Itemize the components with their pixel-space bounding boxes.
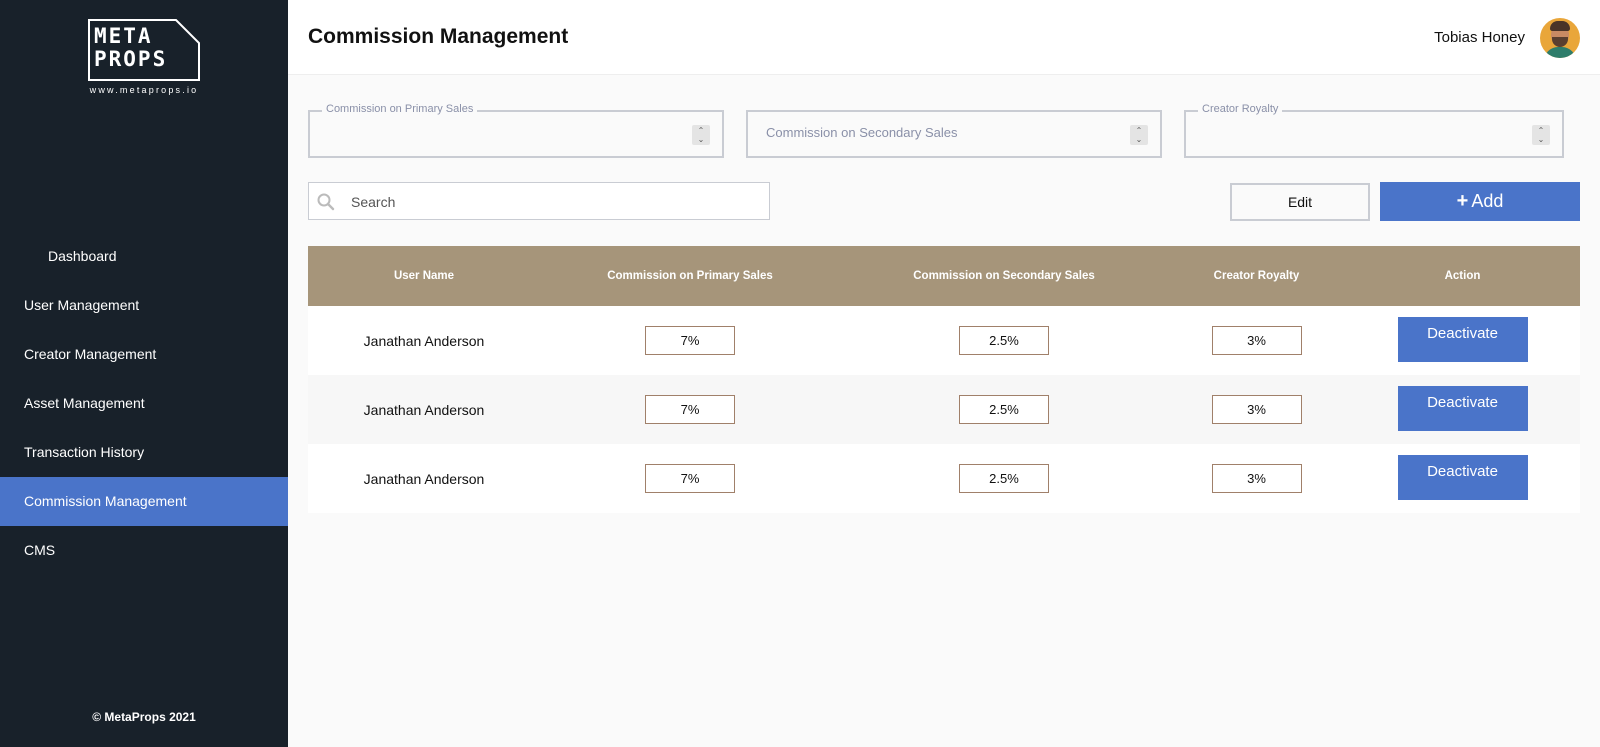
logo-line-1: META <box>94 24 153 48</box>
user-avatar-icon[interactable] <box>1540 18 1580 58</box>
sidebar-item-user-management[interactable]: User Management <box>0 281 288 330</box>
page-title: Commission Management <box>308 25 569 48</box>
edit-button[interactable]: Edit <box>1230 183 1370 221</box>
creator-royalty-value[interactable]: 3% <box>1211 326 1302 355</box>
add-button[interactable]: + Add <box>1380 182 1580 221</box>
deactivate-button[interactable]: Deactivate <box>1397 455 1528 500</box>
primary-sales-value[interactable]: 7% <box>645 395 735 424</box>
secondary-sales-value[interactable]: 2.5% <box>959 395 1049 424</box>
header: Commission Management Tobias Honey <box>288 0 1600 75</box>
creator-royalty-legend: Creator Royalty <box>1198 103 1283 115</box>
deactivate-button[interactable]: Deactivate <box>1397 317 1528 362</box>
secondary-sales-value[interactable]: 2.5% <box>959 464 1049 493</box>
sidebar: META PROPS www.metaprops.io Dashboard Us… <box>0 0 288 747</box>
secondary-sales-value[interactable]: 2.5% <box>959 326 1049 355</box>
logo-url: www.metaprops.io <box>89 85 199 95</box>
sidebar-item-dashboard[interactable]: Dashboard <box>0 232 288 281</box>
creator-royalty-input[interactable] <box>1198 122 1499 146</box>
table-header: User Name Commission on Primary Sales Co… <box>308 246 1580 306</box>
search-box[interactable] <box>308 182 770 220</box>
creator-royalty-field[interactable]: Creator Royalty ⌃ ⌄ <box>1184 103 1564 158</box>
number-spinner-icon[interactable]: ⌃ ⌄ <box>1532 125 1550 145</box>
logo: META PROPS www.metaprops.io <box>88 19 200 95</box>
search-input[interactable] <box>351 191 751 213</box>
copyright: © MetaProps 2021 <box>92 710 196 724</box>
primary-sales-value[interactable]: 7% <box>645 464 735 493</box>
user-name-cell: Janathan Anderson <box>363 401 485 418</box>
sidebar-item-transaction-history[interactable]: Transaction History <box>0 428 288 477</box>
sidebar-nav: Dashboard User Management Creator Manage… <box>0 232 288 575</box>
primary-sales-value[interactable]: 7% <box>645 326 735 355</box>
logo-mark: META PROPS <box>88 19 200 81</box>
user-name[interactable]: Tobias Honey <box>1434 29 1525 46</box>
secondary-sales-commission-placeholder: Commission on Secondary Sales <box>766 125 958 140</box>
add-button-label: Add <box>1471 191 1504 211</box>
column-header-creator-royalty: Creator Royalty <box>1213 270 1300 282</box>
plus-icon: + <box>1456 190 1469 212</box>
primary-sales-commission-input[interactable] <box>322 122 652 146</box>
number-spinner-icon[interactable]: ⌃ ⌄ <box>1130 125 1148 145</box>
table-row: Janathan Anderson 7% 2.5% 3% Deactivate <box>308 306 1580 375</box>
column-header-primary-sales: Commission on Primary Sales <box>607 270 773 282</box>
search-icon <box>317 193 335 211</box>
sidebar-item-commission-management[interactable]: Commission Management <box>0 477 288 526</box>
creator-royalty-value[interactable]: 3% <box>1211 395 1302 424</box>
column-header-action: Action <box>1444 270 1481 282</box>
primary-sales-commission-legend: Commission on Primary Sales <box>322 103 478 115</box>
column-header-user-name: User Name <box>393 270 455 282</box>
table-row: Janathan Anderson 7% 2.5% 3% Deactivate <box>308 375 1580 444</box>
deactivate-button[interactable]: Deactivate <box>1397 386 1528 431</box>
user-name-cell: Janathan Anderson <box>363 332 485 349</box>
sidebar-item-creator-management[interactable]: Creator Management <box>0 330 288 379</box>
creator-royalty-value[interactable]: 3% <box>1211 464 1302 493</box>
logo-line-2: PROPS <box>94 47 168 71</box>
commission-table: User Name Commission on Primary Sales Co… <box>308 246 1580 513</box>
column-header-secondary-sales: Commission on Secondary Sales <box>913 270 1095 282</box>
primary-sales-commission-field[interactable]: Commission on Primary Sales ⌃ ⌄ <box>308 103 724 158</box>
sidebar-item-asset-management[interactable]: Asset Management <box>0 379 288 428</box>
sidebar-item-cms[interactable]: CMS <box>0 526 288 575</box>
number-spinner-icon[interactable]: ⌃ ⌄ <box>692 125 710 145</box>
user-name-cell: Janathan Anderson <box>363 470 485 487</box>
table-row: Janathan Anderson 7% 2.5% 3% Deactivate <box>308 444 1580 513</box>
secondary-sales-commission-field[interactable]: Commission on Secondary Sales ⌃ ⌄ <box>746 110 1162 158</box>
logo-text: META PROPS <box>94 25 167 71</box>
